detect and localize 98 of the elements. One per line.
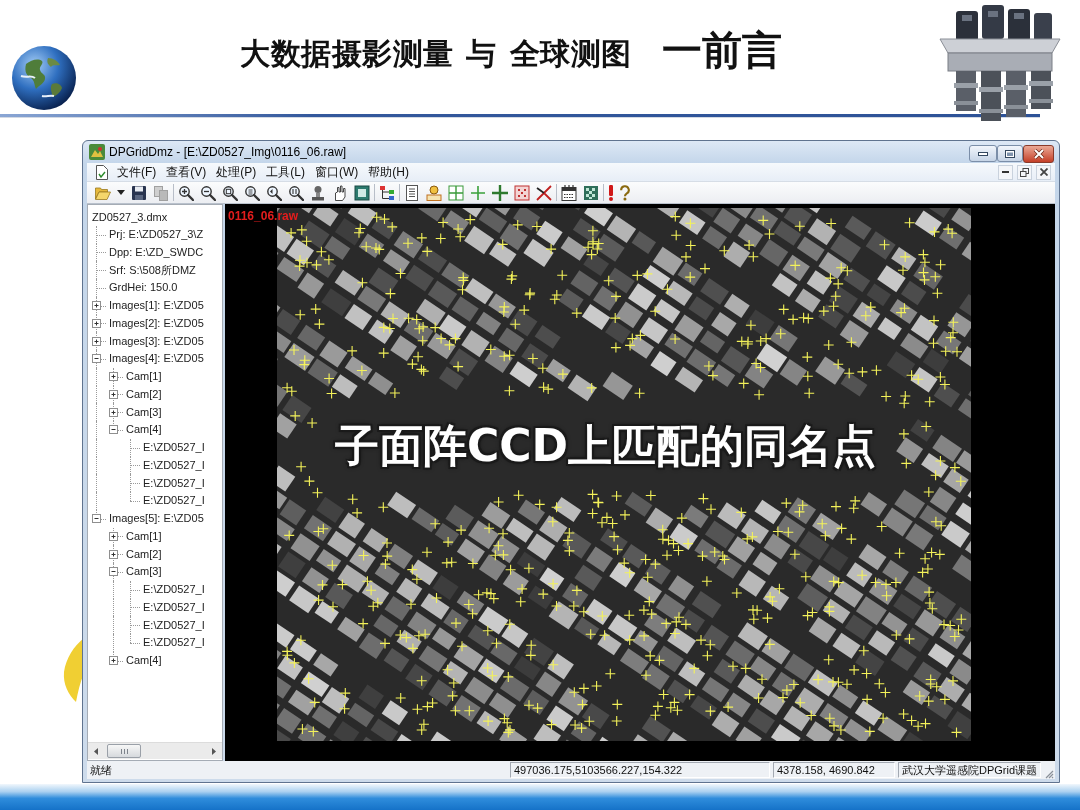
- tree-item[interactable]: Images[5]: E:\ZD05: [108, 510, 204, 528]
- tree-item[interactable]: E:\ZD0527_I: [142, 439, 205, 457]
- tree-item[interactable]: GrdHei: 150.0: [108, 279, 178, 297]
- file-label: 0116_06.raw: [228, 209, 299, 223]
- tree-item[interactable]: Dpp: E:\ZD_SWDC: [108, 243, 204, 261]
- status-text: 就绪: [89, 762, 112, 778]
- status-pane: 4378.158, 4690.842: [772, 762, 895, 778]
- tree-item[interactable]: E:\ZD0527_I: [142, 598, 205, 616]
- minus-box-icon[interactable]: [109, 567, 118, 577]
- frame-icon[interactable]: [354, 184, 370, 201]
- restore-button[interactable]: [1017, 164, 1032, 180]
- menu-item[interactable]: 查看(V): [161, 163, 212, 181]
- folder-icon[interactable]: [95, 184, 111, 201]
- crossed-lines-icon[interactable]: [536, 184, 552, 201]
- tree-item[interactable]: Images[1]: E:\ZD05: [108, 297, 204, 315]
- person-icon[interactable]: [426, 184, 442, 201]
- minimize-icon: [978, 151, 988, 156]
- plus-box-icon[interactable]: [109, 549, 118, 559]
- status-pane: 武汉大学遥感院DPGrid课题: [897, 762, 1041, 778]
- tree-item[interactable]: E:\ZD0527_I: [142, 456, 205, 474]
- resize-grip-icon: [1043, 768, 1054, 779]
- magnifier-icon[interactable]: [222, 184, 238, 201]
- tree-item[interactable]: E:\ZD0527_I: [142, 581, 205, 599]
- tree-item[interactable]: Srf: S:\508所DMZ: [108, 261, 196, 279]
- caret-right-icon: [212, 747, 216, 755]
- scrollbar-thumb[interactable]: [107, 744, 141, 758]
- plus-box-icon[interactable]: [92, 318, 101, 328]
- tree-item[interactable]: ZD0527_3.dmx: [91, 208, 168, 226]
- close-icon: [1039, 168, 1048, 176]
- menu-item[interactable]: 帮助(H): [363, 163, 414, 181]
- help-icon[interactable]: [620, 184, 630, 201]
- image-caption: 子面阵CCD上匹配的同名点: [335, 420, 877, 472]
- tree-item[interactable]: Images[4]: E:\ZD05: [108, 350, 204, 368]
- tree-item[interactable]: Cam[3]: [125, 563, 162, 581]
- tree-item[interactable]: Cam[1]: [125, 527, 162, 545]
- hierarchy-icon[interactable]: [379, 184, 395, 201]
- minus-box-icon[interactable]: [92, 514, 101, 524]
- minus-box-icon[interactable]: [109, 425, 118, 435]
- plus-box-icon[interactable]: [109, 656, 118, 666]
- window-title: DPGridDmz - [E:\ZD0527_Img\0116_06.raw]: [109, 144, 347, 161]
- tree-item[interactable]: Cam[2]: [125, 385, 162, 403]
- tree-item[interactable]: E:\ZD0527_I: [142, 616, 205, 634]
- minimize-icon: [1002, 171, 1009, 173]
- save-icon[interactable]: [131, 184, 147, 201]
- minus-box-icon[interactable]: [92, 354, 101, 364]
- magnifier-icon[interactable]: [288, 184, 304, 201]
- calendar-icon[interactable]: [561, 184, 577, 201]
- minimize-button[interactable]: [969, 145, 997, 162]
- minimize-button[interactable]: [998, 164, 1013, 180]
- document-icon: [96, 164, 108, 180]
- tree-item[interactable]: Cam[4]: [125, 652, 162, 670]
- hand-icon[interactable]: [332, 184, 348, 201]
- plus-box-icon[interactable]: [92, 301, 101, 311]
- menu-item[interactable]: 工具(L): [261, 163, 310, 181]
- caret-icon[interactable]: [117, 190, 125, 195]
- tree-item[interactable]: Cam[2]: [125, 545, 162, 563]
- plus-box-icon[interactable]: [109, 372, 118, 382]
- plus-box-icon[interactable]: [109, 531, 118, 541]
- magnifier-icon[interactable]: [266, 184, 282, 201]
- tree-item[interactable]: Cam[4]: [125, 421, 162, 439]
- plus-box-icon[interactable]: [92, 336, 101, 346]
- tree-item[interactable]: Cam[1]: [125, 368, 162, 386]
- menu-item[interactable]: 文件(F): [112, 163, 162, 181]
- tree-item[interactable]: Images[2]: E:\ZD05: [108, 314, 204, 332]
- grid-icon[interactable]: [448, 184, 464, 201]
- plus-icon[interactable]: [470, 184, 486, 201]
- tree-item[interactable]: E:\ZD0527_I: [142, 492, 205, 510]
- zoom-out-icon[interactable]: [200, 184, 216, 201]
- tree-item[interactable]: Images[3]: E:\ZD05: [108, 332, 204, 350]
- zoom-in-icon[interactable]: [178, 184, 194, 201]
- magnifier-icon[interactable]: [244, 184, 260, 201]
- status-pane: 497036.175,5103566.227,154.322: [509, 762, 770, 778]
- close-icon: [1032, 149, 1045, 159]
- exclamation-icon[interactable]: [608, 184, 614, 201]
- decoration-drawing: [62, 638, 84, 702]
- tree-item[interactable]: Cam[3]: [125, 403, 162, 421]
- picture-icon: [89, 144, 105, 160]
- tree-item[interactable]: E:\ZD0527_I: [142, 634, 205, 652]
- plus-box-icon[interactable]: [109, 389, 118, 399]
- menu-item[interactable]: 处理(P): [211, 163, 262, 181]
- list-icon[interactable]: [404, 184, 420, 201]
- restore-icon: [1020, 167, 1029, 177]
- close-button[interactable]: [1023, 145, 1054, 163]
- globe-drawing: [12, 46, 76, 110]
- plus-box-icon[interactable]: [109, 407, 118, 417]
- plus-icon[interactable]: [492, 184, 508, 201]
- dotted-square-icon[interactable]: [514, 184, 530, 201]
- section-heading: 一前言: [661, 27, 782, 74]
- tree-item[interactable]: E:\ZD0527_I: [142, 474, 205, 492]
- grip-icon: [120, 748, 128, 754]
- stamp-icon[interactable]: [310, 184, 326, 201]
- maximize-icon: [1005, 149, 1015, 158]
- tree-item[interactable]: Prj: E:\ZD0527_3\Z: [108, 226, 204, 244]
- slide-title: 大数据摄影测量 与 全球测图: [240, 36, 632, 72]
- caret-left-icon: [94, 747, 98, 755]
- checker-grid-icon[interactable]: [583, 184, 599, 201]
- menu-item[interactable]: 窗口(W): [310, 163, 364, 181]
- maximize-button[interactable]: [997, 145, 1023, 162]
